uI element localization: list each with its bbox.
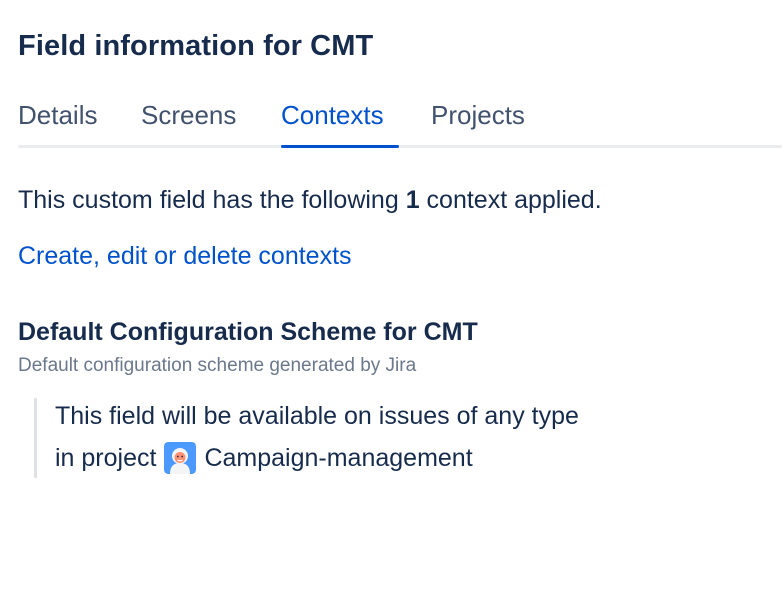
tab-contexts[interactable]: Contexts	[281, 100, 384, 131]
context-details: This field will be available on issues o…	[34, 398, 717, 478]
project-name[interactable]: Campaign-management	[204, 444, 472, 473]
context-summary: This custom field has the following 1 co…	[18, 186, 602, 215]
project-avatar-icon	[164, 442, 197, 474]
tab-bar-divider	[18, 145, 782, 148]
tab-bar: Details Screens Contexts Projects	[18, 98, 782, 150]
tab-details[interactable]: Details	[18, 100, 97, 131]
manage-contexts-link[interactable]: Create, edit or delete contexts	[18, 242, 352, 271]
field-info-page: Field information for CMT Details Screen…	[18, 0, 782, 594]
context-count: 1	[405, 186, 420, 214]
scheme-description: Default configuration scheme generated b…	[18, 355, 417, 376]
summary-prefix: This custom field has the following	[18, 186, 406, 214]
scheme-title: Default Configuration Scheme for CMT	[18, 318, 478, 346]
context-projects: in project Campaign-management	[55, 442, 473, 474]
tab-screens[interactable]: Screens	[141, 100, 236, 131]
active-tab-indicator	[281, 145, 399, 148]
summary-suffix: context applied.	[419, 186, 602, 214]
page-title: Field information for CMT	[18, 30, 374, 62]
context-projects-prefix: in project	[55, 443, 157, 472]
context-issue-types: This field will be available on issues o…	[55, 402, 579, 430]
tab-projects[interactable]: Projects	[431, 100, 525, 131]
